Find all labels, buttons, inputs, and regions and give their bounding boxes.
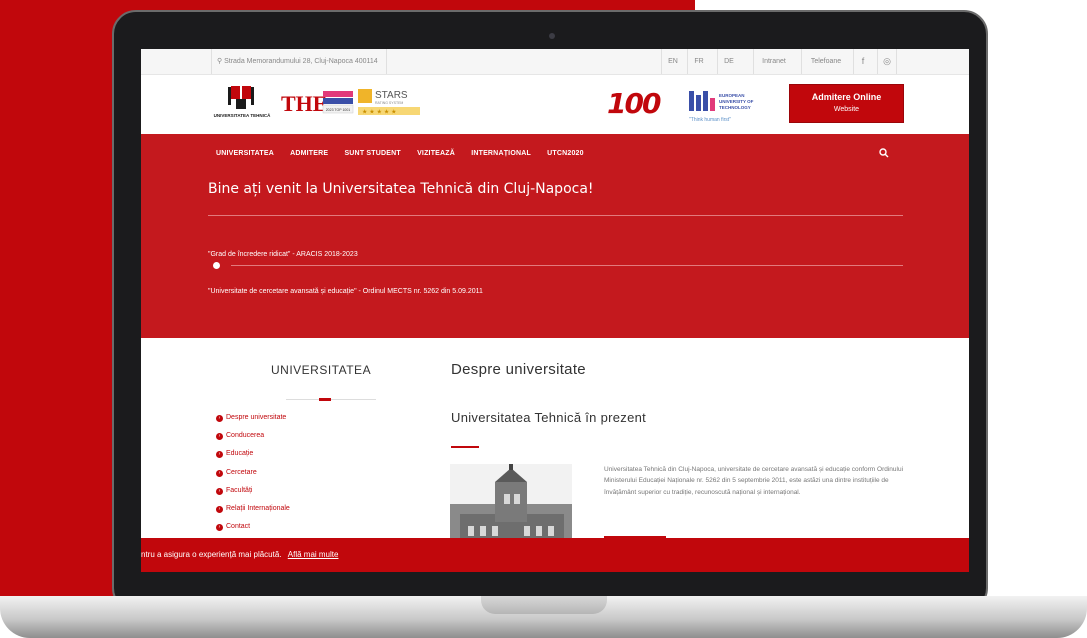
facebook-icon[interactable]: f <box>853 49 872 74</box>
nav-item-international[interactable]: INTERNAȚIONAL <box>471 150 531 157</box>
utcn-logo-text: UNIVERSITATEA TEHNICĂ <box>214 112 271 118</box>
nav-item-viziteaza[interactable]: VIZITEAZĂ <box>417 150 455 157</box>
sidebar-item-label: Contact <box>226 523 251 531</box>
intranet-link[interactable]: Intranet <box>753 49 794 74</box>
about-paragraph: Universitatea Tehnică din Cluj-Napoca, u… <box>604 466 904 496</box>
quote-mects: "Universitate de cercetare avansată și e… <box>208 288 483 295</box>
nav-item-admitere[interactable]: ADMITERE <box>290 150 328 157</box>
laptop-notch <box>481 596 607 614</box>
admitere-title: Admitere Online <box>811 92 882 102</box>
sidebar-item-educatie[interactable]: › Educație <box>216 450 290 468</box>
the-ranking-logo[interactable]: THE 2023 TOP 1001 <box>281 88 355 116</box>
admitere-subtitle: Website <box>833 106 860 113</box>
cookie-text-wrap: ntru a asigura o experiență mai plăcută.… <box>141 550 338 559</box>
sidebar-item-label: Educație <box>226 450 254 458</box>
sidebar-item-label: Despre universitate <box>226 414 287 421</box>
svg-text:★ ★ ★ ★ ★: ★ ★ ★ ★ ★ <box>362 109 397 116</box>
section-subtitle: Universitatea Tehnică în prezent <box>451 410 647 425</box>
telefoane-link[interactable]: Telefoane <box>801 49 850 74</box>
cookie-message: ntru a asigura o experiență mai plăcută. <box>141 550 282 559</box>
nav-item-universitatea[interactable]: UNIVERSITATEA <box>216 150 274 157</box>
nav-item-utcn2020[interactable]: UTCN2020 <box>547 150 584 157</box>
stars-logo-subtext: RATING SYSTEM <box>375 101 403 105</box>
the-logo-text: THE <box>281 91 327 116</box>
chevron-right-icon: › <box>216 505 223 513</box>
utcn-logo[interactable]: UNIVERSITATEA TEHNICĂ <box>206 85 278 125</box>
eut-slogan: "Think human first" <box>689 117 731 123</box>
sidebar-item-cercetare[interactable]: › Cercetare <box>216 469 290 487</box>
hero-divider <box>208 215 903 216</box>
lang-en-link[interactable]: EN <box>661 49 684 74</box>
sidebar-item-conducerea[interactable]: › Conducerea <box>216 432 290 450</box>
top-bar: ⚲ Strada Memorandumului 28, Cluj-Napoca … <box>141 49 969 75</box>
chevron-right-icon: › <box>216 451 223 459</box>
sidebar-item-label: Conducerea <box>226 432 265 440</box>
site-header: UNIVERSITATEA TEHNICĂ THE 2023 TOP 1001 … <box>141 75 969 134</box>
chevron-right-icon: › <box>216 469 223 477</box>
laptop-screen: ⚲ Strada Memorandumului 28, Cluj-Napoca … <box>141 49 969 572</box>
chevron-right-icon: › <box>216 487 223 495</box>
sidebar-title: UNIVERSITATEA <box>271 363 372 377</box>
centenary-100-logo[interactable]: 100 <box>607 87 665 121</box>
content-area: UNIVERSITATEA › Despre universitate › Cond… <box>141 338 969 572</box>
eut-logo-graphic: EUROPEAN UNIVERSITY OF TECHNOLOGY <box>689 91 754 111</box>
address-block: ⚲ Strada Memorandumului 28, Cluj-Napoca … <box>211 49 387 74</box>
cookie-learn-more-link[interactable]: Află mai multe <box>288 550 339 559</box>
eut-line-2: UNIVERSITY OF <box>719 99 754 104</box>
page-title: Despre universitate <box>451 361 586 378</box>
chevron-right-icon: › <box>216 524 223 532</box>
chevron-right-icon: › <box>216 415 223 422</box>
map-pin-icon: ⚲ <box>217 58 223 65</box>
subtitle-accent <box>451 446 479 448</box>
hero-banner: UNIVERSITATEA ADMITERE SUNT STUDENT VIZI… <box>141 134 969 338</box>
main-nav: UNIVERSITATEA ADMITERE SUNT STUDENT VIZI… <box>216 150 598 157</box>
search-icon[interactable] <box>879 148 889 158</box>
sidebar-divider-accent <box>319 398 331 401</box>
admitere-online-button[interactable]: Admitere Online Website <box>789 84 904 123</box>
chevron-right-icon: › <box>216 433 223 441</box>
sidebar-menu: › Despre universitate › Conducerea › Educaț… <box>216 414 290 541</box>
slider-handle[interactable] <box>213 262 220 269</box>
stars-logo[interactable]: STARS RATING SYSTEM ★ ★ ★ ★ ★ <box>358 87 424 117</box>
lang-fr-link[interactable]: FR <box>687 49 710 74</box>
lang-de-link[interactable]: DE <box>717 49 740 74</box>
nav-item-sunt-student[interactable]: SUNT STUDENT <box>344 150 400 157</box>
eut-line-3: TECHNOLOGY <box>719 105 751 110</box>
sidebar-item-label: Facultăți <box>226 486 253 494</box>
stars-logo-text: STARS <box>375 90 408 101</box>
the-logo-subtext: 2023 TOP 1001 <box>326 108 351 112</box>
sidebar-item-facultati[interactable]: › Facultăți <box>216 487 290 505</box>
webcam <box>549 33 555 39</box>
instagram-icon[interactable]: ◎ <box>877 49 897 74</box>
quote-aracis: "Grad de încredere ridicat" - ARACIS 201… <box>208 251 358 258</box>
cookie-banner: ntru a asigura o experiență mai plăcută.… <box>141 538 969 572</box>
sidebar-divider <box>286 399 376 400</box>
eut-line-1: EUROPEAN <box>719 93 745 98</box>
sidebar-item-relatii[interactable]: › Relații Internaționale <box>216 505 290 523</box>
address-text: Strada Memorandumului 28, Cluj-Napoca 40… <box>224 58 378 65</box>
welcome-heading: Bine ați venit la Universitatea Tehnică … <box>208 181 594 197</box>
slider-track[interactable] <box>231 265 903 266</box>
sidebar-item-label: Cercetare <box>226 468 257 476</box>
sidebar-item-label: Relații Internaționale <box>226 504 290 512</box>
sidebar-item-despre[interactable]: › Despre universitate <box>216 414 290 432</box>
eut-logo[interactable]: EUROPEAN UNIVERSITY OF TECHNOLOGY "Think… <box>689 89 779 125</box>
